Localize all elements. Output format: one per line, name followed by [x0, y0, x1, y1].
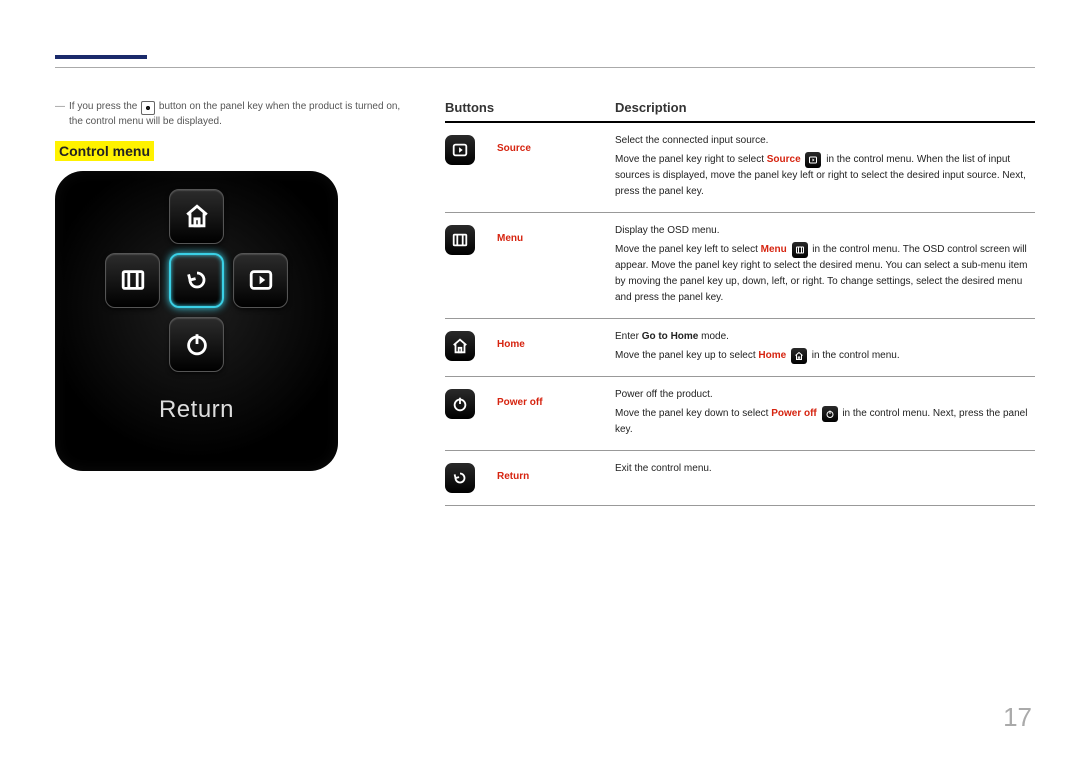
menu-icon — [445, 225, 475, 255]
panel-menu-button[interactable] — [105, 253, 160, 308]
source-icon — [445, 135, 475, 165]
power-icon — [445, 389, 475, 419]
panel-power-button[interactable] — [169, 317, 224, 372]
table-row: SourceSelect the connected input source.… — [445, 123, 1035, 213]
button-label: Menu — [497, 223, 615, 306]
button-label: Power off — [497, 387, 615, 438]
intro-note: ― If you press the button on the panel k… — [55, 100, 405, 129]
table-row: HomeEnter Go to Home mode.Move the panel… — [445, 319, 1035, 377]
button-description: Exit the control menu. — [615, 461, 1035, 493]
return-icon — [445, 463, 475, 493]
button-label: Source — [497, 133, 615, 200]
button-label: Home — [497, 329, 615, 364]
panel-return-button[interactable] — [169, 253, 224, 308]
note-text: If you press the button on the panel key… — [69, 100, 405, 129]
table-row: MenuDisplay the OSD menu.Move the panel … — [445, 213, 1035, 319]
button-label: Return — [497, 461, 615, 493]
panel-key-icon — [141, 101, 155, 115]
header-rule — [55, 55, 1035, 75]
panel-return-label: Return — [55, 396, 338, 424]
button-description: Enter Go to Home mode.Move the panel key… — [615, 329, 1035, 364]
button-description: Power off the product.Move the panel key… — [615, 387, 1035, 438]
header-description: Description — [615, 100, 1035, 115]
panel-home-button[interactable] — [169, 189, 224, 244]
button-description: Select the connected input source.Move t… — [615, 133, 1035, 200]
source-icon — [805, 152, 821, 168]
page-number: 17 — [1003, 702, 1032, 733]
header-buttons: Buttons — [445, 100, 615, 115]
table-header: Buttons Description — [445, 100, 1035, 123]
panel-source-button[interactable] — [233, 253, 288, 308]
power-icon — [822, 406, 838, 422]
button-description: Display the OSD menu.Move the panel key … — [615, 223, 1035, 306]
home-icon — [791, 348, 807, 364]
control-menu-heading: Control menu — [55, 141, 154, 161]
control-menu-panel: Return — [55, 171, 338, 471]
note-dash: ― — [55, 100, 63, 129]
table-row: Power offPower off the product.Move the … — [445, 377, 1035, 451]
home-icon — [445, 331, 475, 361]
menu-icon — [792, 242, 808, 258]
table-row: ReturnExit the control menu. — [445, 451, 1035, 506]
